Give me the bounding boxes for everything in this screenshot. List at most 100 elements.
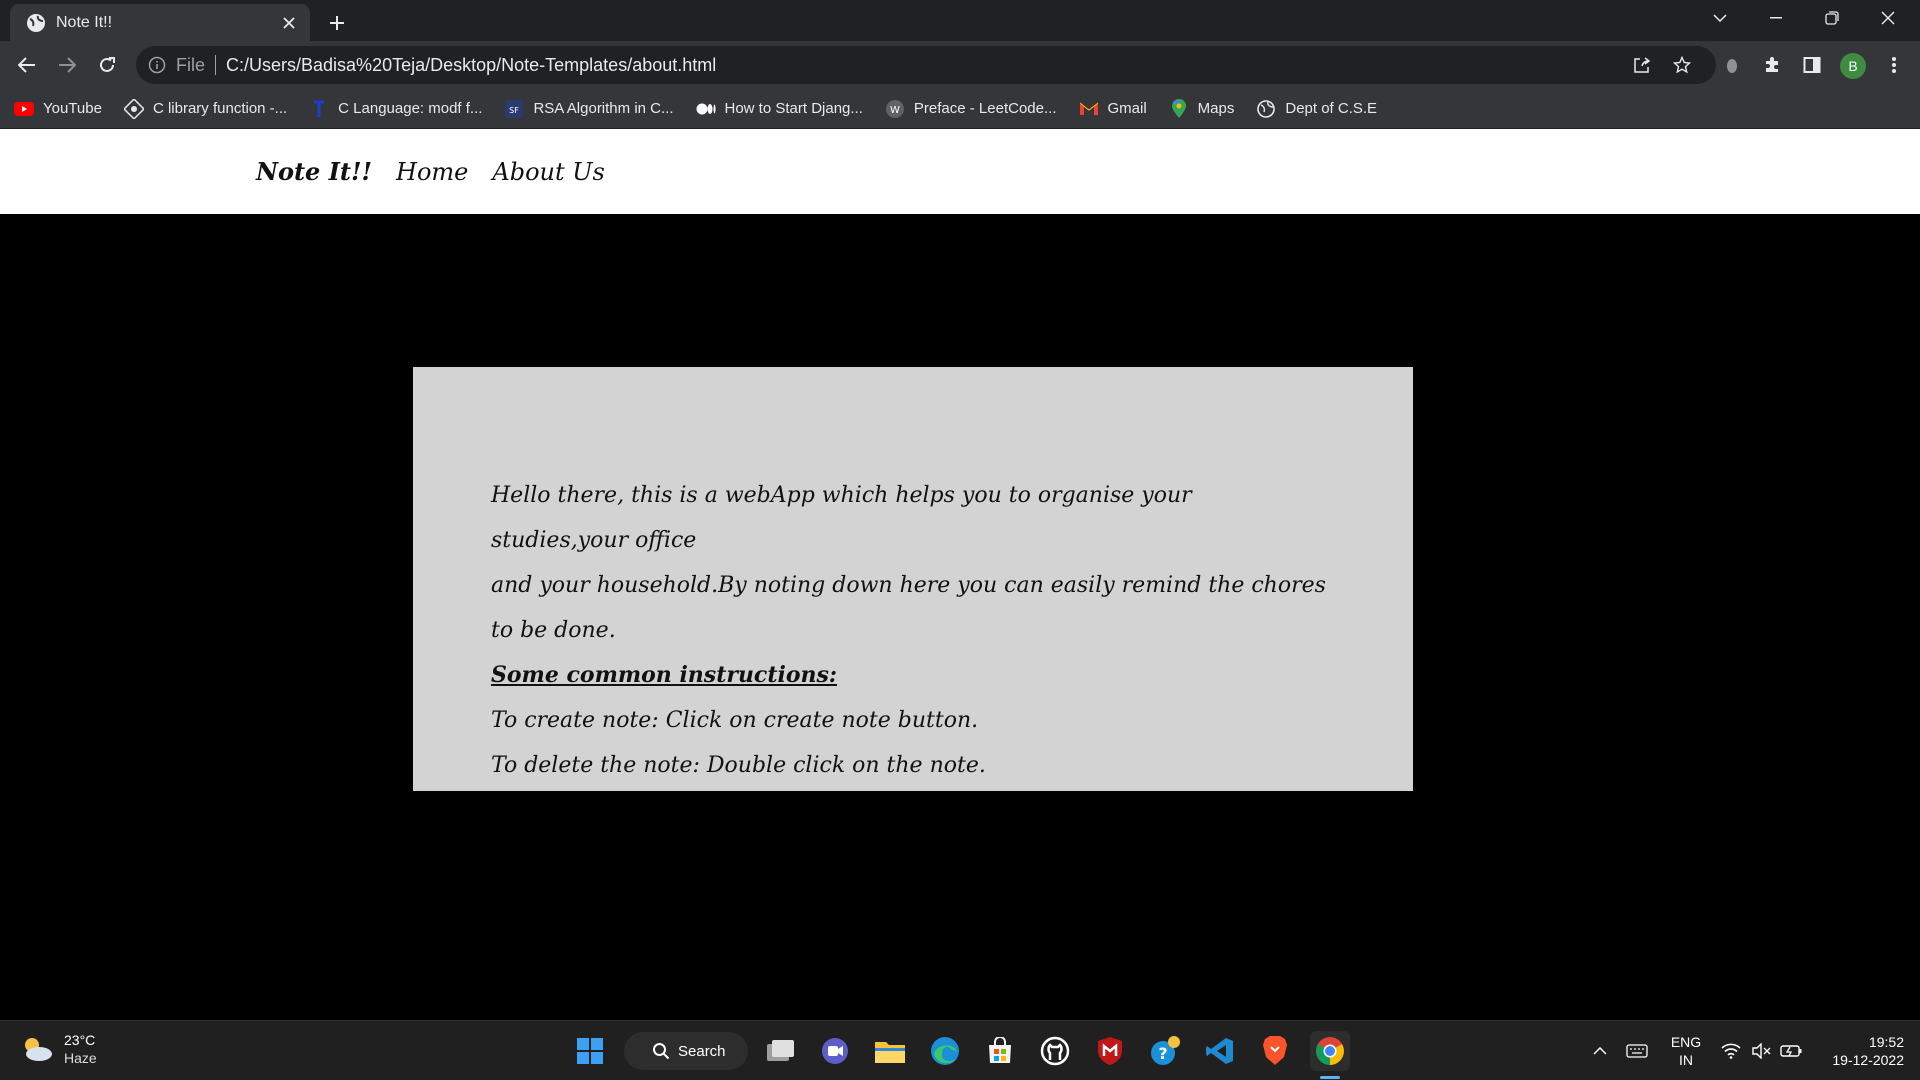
vscode-icon[interactable]	[1200, 1031, 1240, 1071]
site-brand-link[interactable]: Note It!!	[256, 157, 372, 186]
more-menu-icon[interactable]	[1878, 49, 1910, 81]
windows-icon	[577, 1038, 603, 1064]
bookmark-youtube[interactable]: YouTube	[14, 95, 102, 123]
bookmark-label: C Language: modf f...	[338, 100, 483, 117]
taskbar: 23°C Haze Search ? ENG IN 19:52 19-12-20…	[0, 1020, 1920, 1080]
tutorials-icon	[123, 98, 144, 119]
bookmark-label: YouTube	[43, 100, 102, 117]
svg-text:W: W	[890, 105, 900, 116]
star-icon[interactable]	[1666, 49, 1698, 81]
bookmark-label: Dept of C.S.E	[1285, 100, 1378, 117]
techonthenet-icon	[309, 99, 329, 119]
gmail-icon	[1079, 99, 1099, 119]
address-bar[interactable]: File C:/Users/Badisa%20Teja/Desktop/Note…	[136, 46, 1716, 84]
close-tab-icon[interactable]	[278, 12, 300, 34]
extension-icon[interactable]	[1716, 49, 1748, 81]
bookmark-maps[interactable]: Maps	[1169, 95, 1235, 123]
url-separator	[215, 55, 217, 75]
tab-title: Note It!!	[56, 13, 113, 31]
globe-icon	[1256, 99, 1276, 119]
weather-cloud-icon	[25, 1038, 52, 1061]
battery-icon[interactable]	[1778, 1021, 1804, 1080]
bookmark-dept-cse[interactable]: Dept of C.S.E	[1256, 95, 1377, 123]
teams-chat-icon[interactable]	[815, 1031, 855, 1071]
search-icon	[653, 1043, 670, 1060]
file-explorer-icon[interactable]	[870, 1031, 910, 1071]
share-icon[interactable]	[1626, 49, 1658, 81]
bookmark-django[interactable]: How to Start Djang...	[696, 95, 863, 123]
instructions-heading: Some common instructions:	[491, 662, 838, 688]
mcafee-icon[interactable]	[1090, 1031, 1130, 1071]
show-hidden-icons[interactable]	[1588, 1021, 1612, 1080]
bookmark-label: How to Start Djang...	[724, 100, 863, 117]
keyboard-icon[interactable]	[1624, 1021, 1650, 1080]
bookmark-label: RSA Algorithm in C...	[533, 100, 674, 117]
close-window-icon[interactable]	[1860, 0, 1916, 36]
bookmark-rsa-algorithm[interactable]: SF RSA Algorithm in C...	[504, 95, 674, 123]
url-text[interactable]: C:/Users/Badisa%20Teja/Desktop/Note-Temp…	[226, 55, 716, 76]
w-icon: W	[885, 99, 905, 119]
geeks-icon: SF	[504, 99, 524, 119]
bookmark-preface-leetcode[interactable]: W Preface - LeetCode...	[885, 95, 1057, 123]
start-button[interactable]	[570, 1031, 610, 1071]
microsoft-store-icon[interactable]	[980, 1031, 1020, 1071]
profile-avatar[interactable]: B	[1840, 53, 1866, 79]
clock-time: 19:52	[1868, 1034, 1904, 1050]
brave-browser-icon[interactable]	[1255, 1031, 1295, 1071]
task-view-icon[interactable]	[760, 1031, 800, 1071]
bookmark-gmail[interactable]: Gmail	[1079, 95, 1147, 123]
instruction-create-note: To create note: Click on create note but…	[491, 708, 979, 733]
reload-button[interactable]	[91, 49, 123, 81]
wifi-icon[interactable]	[1718, 1021, 1744, 1080]
clock-date: 19-12-2022	[1832, 1052, 1904, 1068]
tab-search-icon[interactable]	[1692, 0, 1748, 36]
edge-browser-icon[interactable]	[925, 1031, 965, 1071]
bookmark-c-language-modf[interactable]: C Language: modf f...	[309, 95, 482, 123]
about-text-line-2: and your household.By noting down here y…	[491, 573, 1326, 643]
browser-toolbar: File C:/Users/Badisa%20Teja/Desktop/Note…	[0, 41, 1920, 89]
volume-muted-icon[interactable]	[1748, 1021, 1774, 1080]
browser-tab[interactable]: Note It!!	[10, 4, 310, 41]
tab-strip: Note It!!	[0, 0, 1920, 41]
forward-button[interactable]	[51, 49, 83, 81]
side-panel-icon[interactable]	[1796, 49, 1828, 81]
bookmark-c-library-function[interactable]: C library function -...	[123, 95, 288, 123]
bookmarks-bar: YouTube C library function -... C Langua…	[0, 89, 1920, 129]
globe-icon	[27, 13, 45, 32]
about-card: Hello there, this is a webApp which help…	[413, 367, 1413, 791]
url-scheme-label: File	[176, 54, 206, 75]
chrome-browser-icon[interactable]	[1310, 1031, 1350, 1071]
minimize-icon[interactable]	[1748, 0, 1804, 36]
new-tab-button[interactable]	[322, 8, 352, 38]
nav-home-link[interactable]: Home	[396, 158, 468, 186]
github-icon[interactable]	[1035, 1031, 1075, 1071]
language-code: ENG	[1670, 1034, 1702, 1050]
restore-icon[interactable]	[1804, 0, 1860, 36]
web-page: Note It!! Home About Us Hello there, thi…	[0, 129, 1920, 1020]
chrome-active-indicator	[1320, 1076, 1340, 1079]
weather-widget[interactable]: 23°C Haze	[20, 1031, 97, 1067]
bookmark-label: Gmail	[1107, 100, 1147, 117]
weather-condition: Haze	[64, 1050, 97, 1066]
taskbar-search-label: Search	[678, 1042, 726, 1060]
instruction-delete-note: To delete the note: Double click on the …	[491, 753, 986, 778]
bookmark-label: Maps	[1197, 100, 1235, 117]
taskbar-search[interactable]: Search	[624, 1032, 748, 1070]
info-icon[interactable]	[148, 56, 166, 74]
clock[interactable]: 19:52 19-12-2022	[1816, 1021, 1904, 1080]
language-indicator[interactable]: ENG IN	[1664, 1021, 1708, 1080]
youtube-icon	[14, 99, 34, 119]
medium-icon	[696, 99, 716, 119]
region-code: IN	[1679, 1052, 1693, 1068]
back-button[interactable]	[11, 49, 43, 81]
svg-text:SF: SF	[510, 106, 520, 115]
about-text-line-1: Hello there, this is a webApp which help…	[491, 483, 1192, 553]
bookmark-label: Preface - LeetCode...	[913, 100, 1057, 117]
extensions-puzzle-icon[interactable]	[1756, 49, 1788, 81]
get-help-icon[interactable]: ?	[1145, 1031, 1185, 1071]
svg-text:?: ?	[1158, 1044, 1167, 1063]
site-navbar: Note It!! Home About Us	[0, 129, 1920, 214]
bookmark-label: C library function -...	[152, 100, 288, 117]
nav-about-link[interactable]: About Us	[492, 158, 604, 186]
weather-temperature: 23°C	[64, 1032, 96, 1048]
